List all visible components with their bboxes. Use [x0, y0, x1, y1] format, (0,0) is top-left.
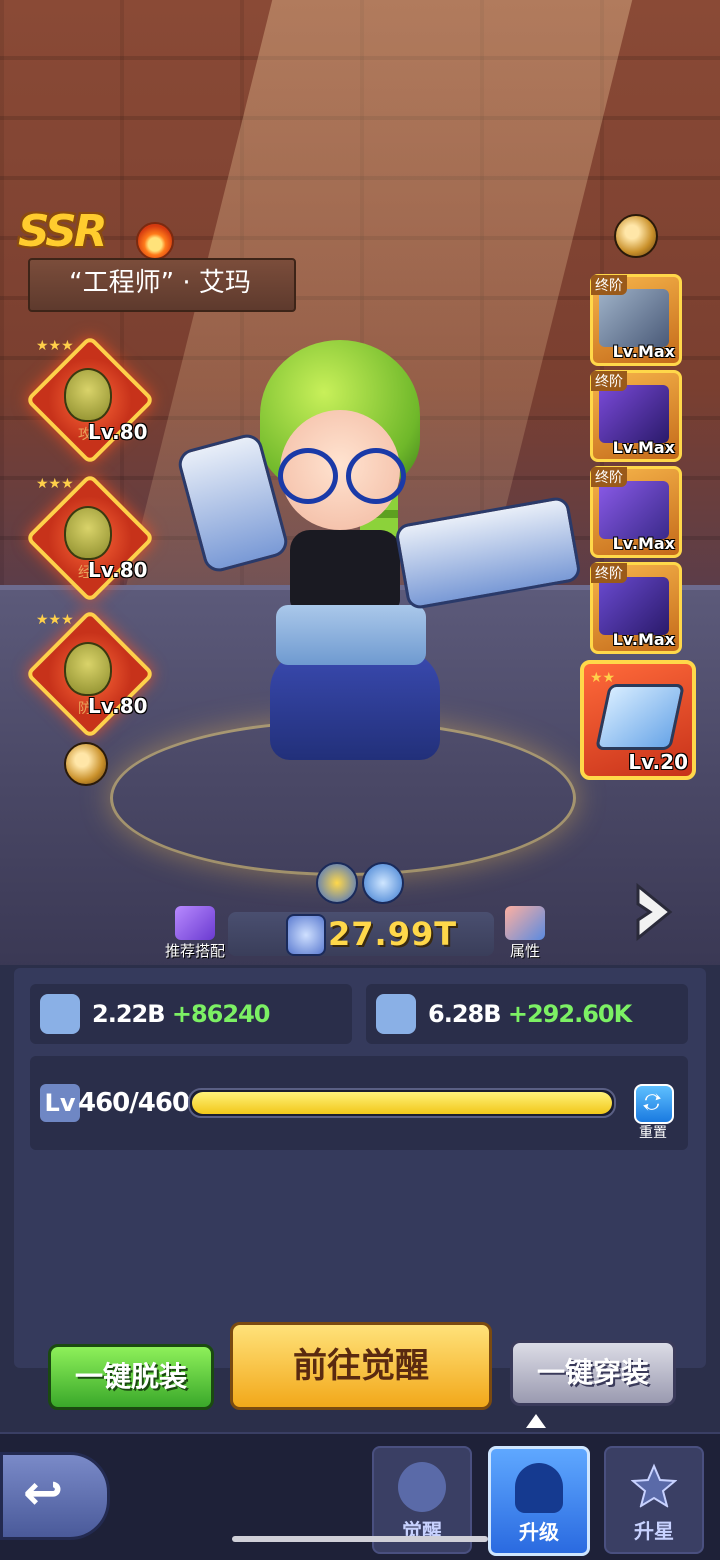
power-value: 27.99T [328, 915, 458, 953]
level-tag: Lv [40, 1084, 80, 1122]
skill-stars: ★★★ [36, 612, 74, 628]
hero-pants [270, 650, 440, 760]
skill-stars: ★★★ [36, 338, 74, 354]
equip-slot-armor[interactable]: 终阶 Lv.Max [590, 370, 682, 462]
skill-slot-exp[interactable]: ★★★ 经 Lv.80 [24, 472, 156, 604]
handshake-icon [505, 906, 545, 940]
equip-tier: 终阶 [591, 275, 627, 295]
hp-increase: +292.60K [507, 1000, 632, 1028]
level-progress-fill [192, 1092, 612, 1114]
weapon-stars: ★★ [590, 670, 616, 686]
gem-slot-icon[interactable] [64, 742, 108, 786]
unequip-all-button[interactable]: 一键脱装 [48, 1344, 214, 1410]
attack-crown-icon [40, 994, 80, 1034]
tab-upgrade[interactable]: 升级 [488, 1446, 590, 1556]
flame-icon [398, 1462, 446, 1512]
equip-level: Lv.Max [612, 630, 675, 649]
go-awaken-button[interactable]: 前往觉醒 [230, 1322, 492, 1410]
hero-silhouette-icon [515, 1463, 563, 1513]
heart-icon [376, 994, 416, 1034]
weapon-level: Lv.20 [628, 750, 688, 774]
durian-detective-icon [64, 642, 112, 696]
tab-label: 升级 [519, 1520, 559, 1544]
durian-angry-icon [64, 506, 112, 560]
wrench-weapon-icon [594, 684, 686, 750]
attack-increase: +86240 [171, 1000, 271, 1028]
level-text: 460/460 [78, 1088, 190, 1118]
equip-slot-boots[interactable]: 终阶 Lv.Max [590, 562, 682, 654]
equip-level: Lv.Max [612, 534, 675, 553]
next-hero-arrow-icon[interactable] [630, 880, 678, 944]
gun-class-icon[interactable] [362, 862, 404, 904]
back-button[interactable]: ↩ [0, 1452, 110, 1540]
reset-button[interactable] [634, 1084, 674, 1124]
fire-icon [136, 222, 174, 260]
helmet-icon [599, 481, 669, 539]
recommend-loadout-button[interactable]: 推荐搭配 [150, 906, 240, 961]
tab-star-up[interactable]: 升星 [604, 1446, 704, 1554]
equip-slot-weapon[interactable]: 终阶 Lv.Max [590, 274, 682, 366]
equip-all-button[interactable]: 一键穿装 [510, 1340, 676, 1406]
skill-level: Lv.80 [88, 420, 148, 444]
hp-stat: 6.28B +292.60K [366, 984, 688, 1044]
gem-slot-icon[interactable] [614, 214, 658, 258]
skill-slot-attack[interactable]: ★★★ 攻 Lv.80 [24, 334, 156, 466]
exclusive-weapon-slot[interactable]: ★★ Lv.20 [580, 660, 696, 780]
hero-character [175, 330, 600, 790]
hp-value: 6.28B [428, 1000, 502, 1028]
star-icon [630, 1463, 678, 1509]
equip-tier: 终阶 [591, 467, 627, 487]
skill-stars: ★★★ [36, 476, 74, 492]
bird-faction-icon[interactable] [316, 862, 358, 904]
armor-icon [599, 385, 669, 443]
boots-icon [599, 577, 669, 635]
axe-icon [599, 289, 669, 347]
hero-top [290, 530, 400, 610]
equip-tier: 终阶 [591, 371, 627, 391]
book-icon [175, 906, 215, 940]
skill-level: Lv.80 [88, 558, 148, 582]
rarity-badge: SSR [18, 206, 108, 257]
tab-label: 升星 [634, 1519, 674, 1543]
durian-boxer-icon [64, 368, 112, 422]
hero-glasses [274, 448, 406, 504]
equip-level: Lv.Max [612, 342, 675, 361]
tab-indicator-icon [526, 1414, 546, 1428]
equip-slot-helmet[interactable]: 终阶 Lv.Max [590, 466, 682, 558]
refresh-icon [643, 1093, 661, 1111]
attributes-label: 属性 [509, 942, 540, 960]
equip-tier: 终阶 [591, 563, 627, 583]
attack-value: 2.22B [92, 1000, 166, 1028]
back-arrow-icon: ↩ [23, 1465, 64, 1521]
attack-stat: 2.22B +86240 [30, 984, 352, 1044]
hero-wrench-belt [276, 605, 426, 665]
skill-slot-defense[interactable]: ★★★ 防 Lv.80 [24, 608, 156, 740]
recommend-label: 推荐搭配 [164, 942, 225, 960]
fist-icon [286, 914, 326, 956]
attributes-button[interactable]: 属性 [480, 906, 570, 961]
level-progress-bar [188, 1088, 616, 1118]
equip-level: Lv.Max [612, 438, 675, 457]
hero-right-gauntlet [393, 495, 583, 611]
hero-name: “工程师” · 艾玛 [69, 268, 251, 298]
reset-label: 重置 [639, 1125, 667, 1141]
skill-level: Lv.80 [88, 694, 148, 718]
home-indicator [232, 1536, 488, 1542]
